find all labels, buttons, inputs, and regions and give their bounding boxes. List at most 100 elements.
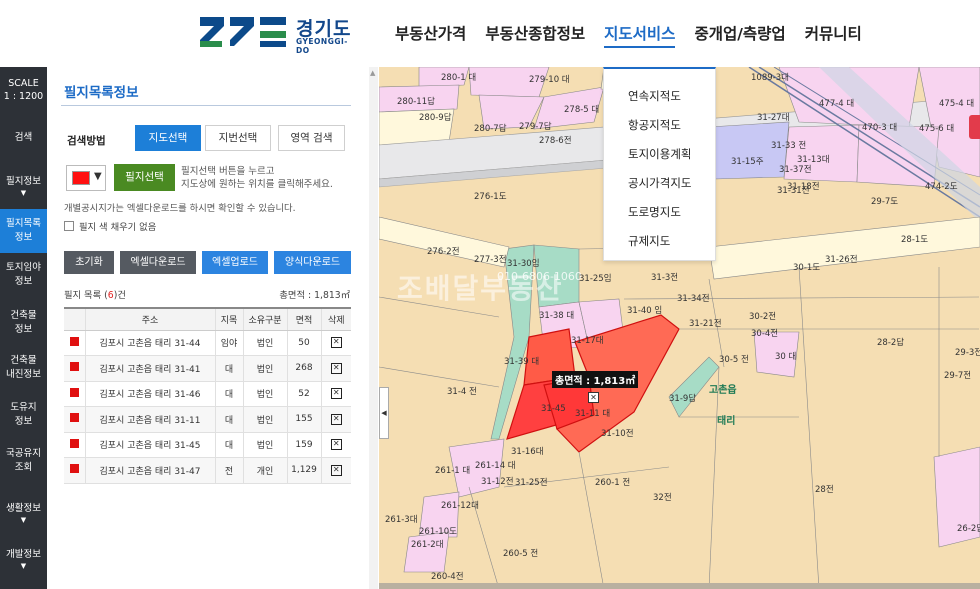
rail-item-public-land[interactable]: 국공유지 조회 [0,447,47,475]
menu-item-regulation-map[interactable]: 규제지도 [628,233,670,249]
parcel-label: 31-9답 [669,394,697,404]
fill-color-picker[interactable]: ▼ [66,165,106,191]
menu-item-road-name-map[interactable]: 도로명지도 [628,204,681,220]
row-owner: 법인 [243,406,288,433]
row-color-cell [64,406,86,433]
rail-item-parcel-info[interactable]: 필지정보 ▼ [0,175,47,198]
col-address: 주소 [85,307,216,331]
no-fill-checkbox-row[interactable]: 필지 색 채우기 없음 [64,219,156,233]
row-delete-cell: ✕ [321,432,351,458]
parcel-label: 279-10 대 [529,75,570,85]
rail-item-life-info[interactable]: 생활정보 ▼ [0,502,47,525]
tab-map-select[interactable]: 지도선택 [135,125,201,151]
rail-item-land-forest[interactable]: 토지임야 정보 [0,261,47,289]
parcel-label: 31-27대 [757,113,790,123]
delete-icon[interactable]: ✕ [330,337,342,349]
scroll-up-icon[interactable]: ▲ [370,69,375,77]
menu-item-continuous-cadastral[interactable]: 연속지적도 [628,88,681,104]
row-address[interactable]: 김포시 고촌읍 태리 31-44 [85,330,216,356]
parcel-label: 31-31전 [777,186,810,196]
tab-area-search[interactable]: 영역 검색 [278,125,345,151]
row-address[interactable]: 김포시 고촌읍 태리 31-47 [85,457,216,484]
delete-icon[interactable]: ✕ [330,413,342,425]
table-row[interactable]: 김포시 고촌읍 태리 31-41 대 법인 268 ✕ [64,355,351,382]
row-owner: 법인 [243,355,288,382]
panel-collapse-toggle[interactable]: ◀ [379,387,389,439]
parcel-label: 277-3전 [474,255,507,265]
main-nav: 부동산가격 부동산종합정보 지도서비스 중개업/측량업 커뮤니티 [395,22,881,48]
excel-download-button[interactable]: 엑셀다운로드 [120,251,196,274]
row-jimok: 대 [215,432,244,458]
header: 경기도 GYEONGGI-DO 부동산가격 부동산종합정보 지도서비스 중개업/… [0,0,980,67]
row-jimok: 대 [215,381,244,407]
parcel-label: 28전 [815,485,834,495]
title-divider [61,105,351,106]
map-side-tab[interactable] [969,115,980,139]
color-square-icon [69,336,79,346]
parcel-list-panel: 필지목록정보 ▲ 검색방법 지도선택 지번선택 영역 검색 ▼ 필지선택 필지선… [47,67,378,589]
rail-item-provincial-land[interactable]: 도유지 정보 [0,401,47,429]
nav-real-estate-price[interactable]: 부동산가격 [395,22,466,48]
row-address[interactable]: 김포시 고촌읍 태리 31-41 [85,355,216,382]
parcel-label: 30-1도 [793,263,821,273]
table-row[interactable]: 김포시 고촌읍 태리 31-47 전 개인 1,129 ✕ [64,457,351,484]
caret-down-icon: ▼ [94,171,102,182]
menu-item-aerial-cadastral[interactable]: 항공지적도 [628,117,681,133]
rail-item-label: 국공유지 조회 [6,448,41,473]
table-row[interactable]: 김포시 고촌읍 태리 31-45 대 법인 159 ✕ [64,432,351,458]
nav-community[interactable]: 커뮤니티 [805,22,862,48]
rail-item-parcel-list[interactable]: 필지목록 정보 [0,209,47,253]
rail-item-seismic[interactable]: 건축물 내진정보 [0,354,47,382]
excel-upload-button[interactable]: 엑셀업로드 [202,251,268,274]
parcel-label: 475-6 대 [919,124,955,134]
parcel-label: 278-6전 [539,136,572,146]
reset-button[interactable]: 초기화 [64,251,114,274]
parcel-label: 31-3전 [651,273,679,283]
table-row[interactable]: 김포시 고촌읍 태리 31-11 대 법인 155 ✕ [64,406,351,433]
rail-item-search[interactable]: 검색 [0,131,47,145]
template-download-button[interactable]: 양식다운로드 [274,251,351,274]
table-row[interactable]: 김포시 고촌읍 태리 31-46 대 법인 52 ✕ [64,381,351,407]
parcel-label: 276-1도 [474,192,507,202]
parcel-label: 31-30임 [507,259,540,269]
table-row[interactable]: 김포시 고촌읍 태리 31-44 임야 법인 50 ✕ [64,330,351,356]
parcel-table: 주소 지목 소유구분 면적 삭제 김포시 고촌읍 태리 31-44 임야 법인 … [64,307,351,484]
gyeonggi-logo[interactable]: 경기도 GYEONGGI-DO [198,14,358,55]
no-fill-checkbox[interactable] [64,221,74,231]
rail-item-label: 개발정보 [6,549,41,560]
parcel-label: 31-12전 [481,477,514,487]
menu-item-land-use-plan[interactable]: 토지이용계획 [628,146,691,162]
row-jimok: 대 [215,355,244,382]
row-area: 159 [287,432,322,458]
selection-total-area: 총면적 : 1,813㎡ [552,371,639,388]
row-address[interactable]: 김포시 고촌읍 태리 31-11 [85,406,216,433]
delete-icon[interactable]: ✕ [330,464,342,476]
delete-icon[interactable]: ✕ [330,362,342,374]
tab-lot-select[interactable]: 지번선택 [205,125,271,151]
row-address[interactable]: 김포시 고촌읍 태리 31-46 [85,381,216,407]
price-note: 개별공시지가는 엑셀다운로드를 하시면 확인할 수 있습니다. [64,203,296,214]
total-area-text: 총면적 : 1,813㎡ [279,290,350,301]
delete-icon[interactable]: ✕ [330,388,342,400]
delete-icon[interactable]: ✕ [330,439,342,451]
nav-real-estate-info[interactable]: 부동산종합정보 [485,22,585,48]
nav-map-service[interactable]: 지도서비스 [604,22,676,48]
menu-item-public-price-map[interactable]: 공시가격지도 [628,175,691,191]
col-color [64,307,86,331]
parcel-label: 28-1도 [901,235,929,245]
parcel-select-button[interactable]: 필지선택 [114,164,175,191]
row-area: 155 [287,406,322,433]
panel-scrollbar[interactable]: ▲ [369,67,378,589]
parcel-label: 280-7답 [474,124,507,134]
row-color-cell [64,355,86,382]
parcel-label: 279-7답 [519,122,552,132]
row-jimok: 전 [215,457,244,484]
row-address[interactable]: 김포시 고촌읍 태리 31-45 [85,432,216,458]
parcel-label: 28-2답 [877,338,905,348]
town-label: 고촌읍 [709,385,737,396]
nav-broker-survey[interactable]: 중개업/측량업 [694,22,785,48]
close-icon[interactable]: ✕ [588,392,599,403]
rail-item-building[interactable]: 건축물 정보 [0,309,47,337]
caret-down-icon: ▼ [20,516,27,524]
rail-item-dev-info[interactable]: 개발정보 ▼ [0,548,47,571]
